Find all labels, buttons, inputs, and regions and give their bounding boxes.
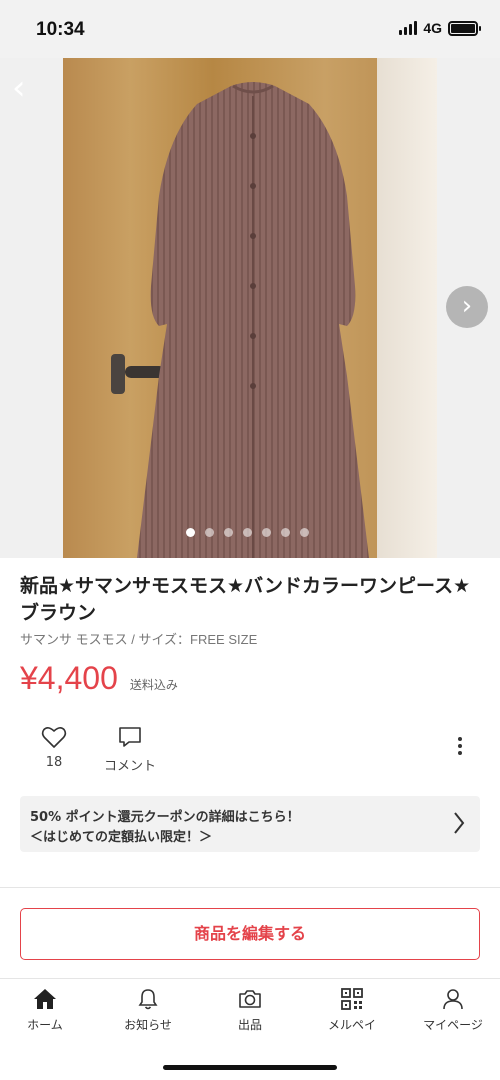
bell-icon (138, 989, 158, 1010)
product-subtitle: サマンサ モスモス / サイズ：FREE SIZE (20, 632, 258, 647)
gallery-pagination (186, 528, 309, 537)
tab-label: マイページ (423, 1018, 483, 1032)
back-chevron-icon[interactable]: ‹ (12, 68, 36, 108)
chevron-right-icon (454, 812, 465, 834)
edit-item-button[interactable]: 商品を編集する (20, 908, 480, 960)
gallery-dot[interactable] (300, 528, 309, 537)
tab-notifications[interactable]: お知らせ (98, 987, 198, 1033)
like-count: 18 (45, 755, 63, 770)
more-options-icon[interactable] (456, 737, 464, 758)
tab-label: お知らせ (124, 1018, 172, 1032)
coupon-banner[interactable]: 50% ポイント還元クーポンの詳細はこちら！ ＜はじめての定額払い限定！＞ (20, 796, 480, 852)
door-frame (377, 58, 437, 558)
product-price: ¥4,400 (20, 660, 118, 696)
battery-icon (448, 20, 481, 36)
product-actions: 18 コメント (0, 725, 500, 775)
gallery-dot[interactable] (186, 528, 195, 537)
door-handle-base (111, 354, 125, 394)
gallery-dot[interactable] (205, 528, 214, 537)
status-bar: 10:34 4G (0, 0, 500, 58)
comment-label: コメント (103, 759, 156, 774)
tab-home[interactable]: ホーム (0, 987, 95, 1033)
comment-icon (119, 727, 141, 747)
tab-label: ホーム (27, 1018, 63, 1032)
comment-button[interactable]: コメント (100, 725, 160, 774)
status-time: 10:34 (36, 19, 85, 40)
product-image-gallery[interactable]: ‹ › (0, 58, 500, 558)
camera-icon (239, 990, 261, 1008)
shipping-label: 送料込み (129, 678, 178, 692)
signal-icon (399, 21, 418, 35)
home-indicator[interactable] (163, 1065, 337, 1070)
home-icon (34, 989, 56, 1009)
status-indicators: 4G (399, 20, 481, 36)
next-image-button[interactable]: › (446, 286, 488, 328)
tab-label: メルペイ (327, 1018, 376, 1032)
like-button[interactable]: 18 (36, 725, 72, 770)
gallery-dot[interactable] (224, 528, 233, 537)
gallery-dot[interactable] (243, 528, 252, 537)
divider (0, 887, 500, 888)
gallery-dot[interactable] (281, 528, 290, 537)
coupon-subtitle: ＜はじめての定額払い限定！＞ (30, 830, 213, 845)
tab-label: 出品 (237, 1018, 262, 1032)
tab-mypage[interactable]: マイページ (403, 987, 500, 1033)
qr-code-icon (341, 988, 363, 1010)
dress-image (137, 82, 369, 558)
product-title: 新品★サマンサモスモス★バンドカラーワンピース★ブラウン (20, 575, 471, 624)
gallery-dot[interactable] (262, 528, 271, 537)
product-photo (63, 58, 437, 558)
coupon-title: 50% ポイント還元クーポンの詳細はこちら！ (30, 810, 300, 825)
tab-sell[interactable]: 出品 (200, 987, 300, 1033)
person-icon (443, 989, 463, 1010)
price-row: ¥4,400 送料込み (20, 660, 178, 697)
tab-merpay[interactable]: メルペイ (302, 987, 402, 1033)
heart-icon (41, 727, 67, 748)
network-type: 4G (423, 20, 442, 36)
